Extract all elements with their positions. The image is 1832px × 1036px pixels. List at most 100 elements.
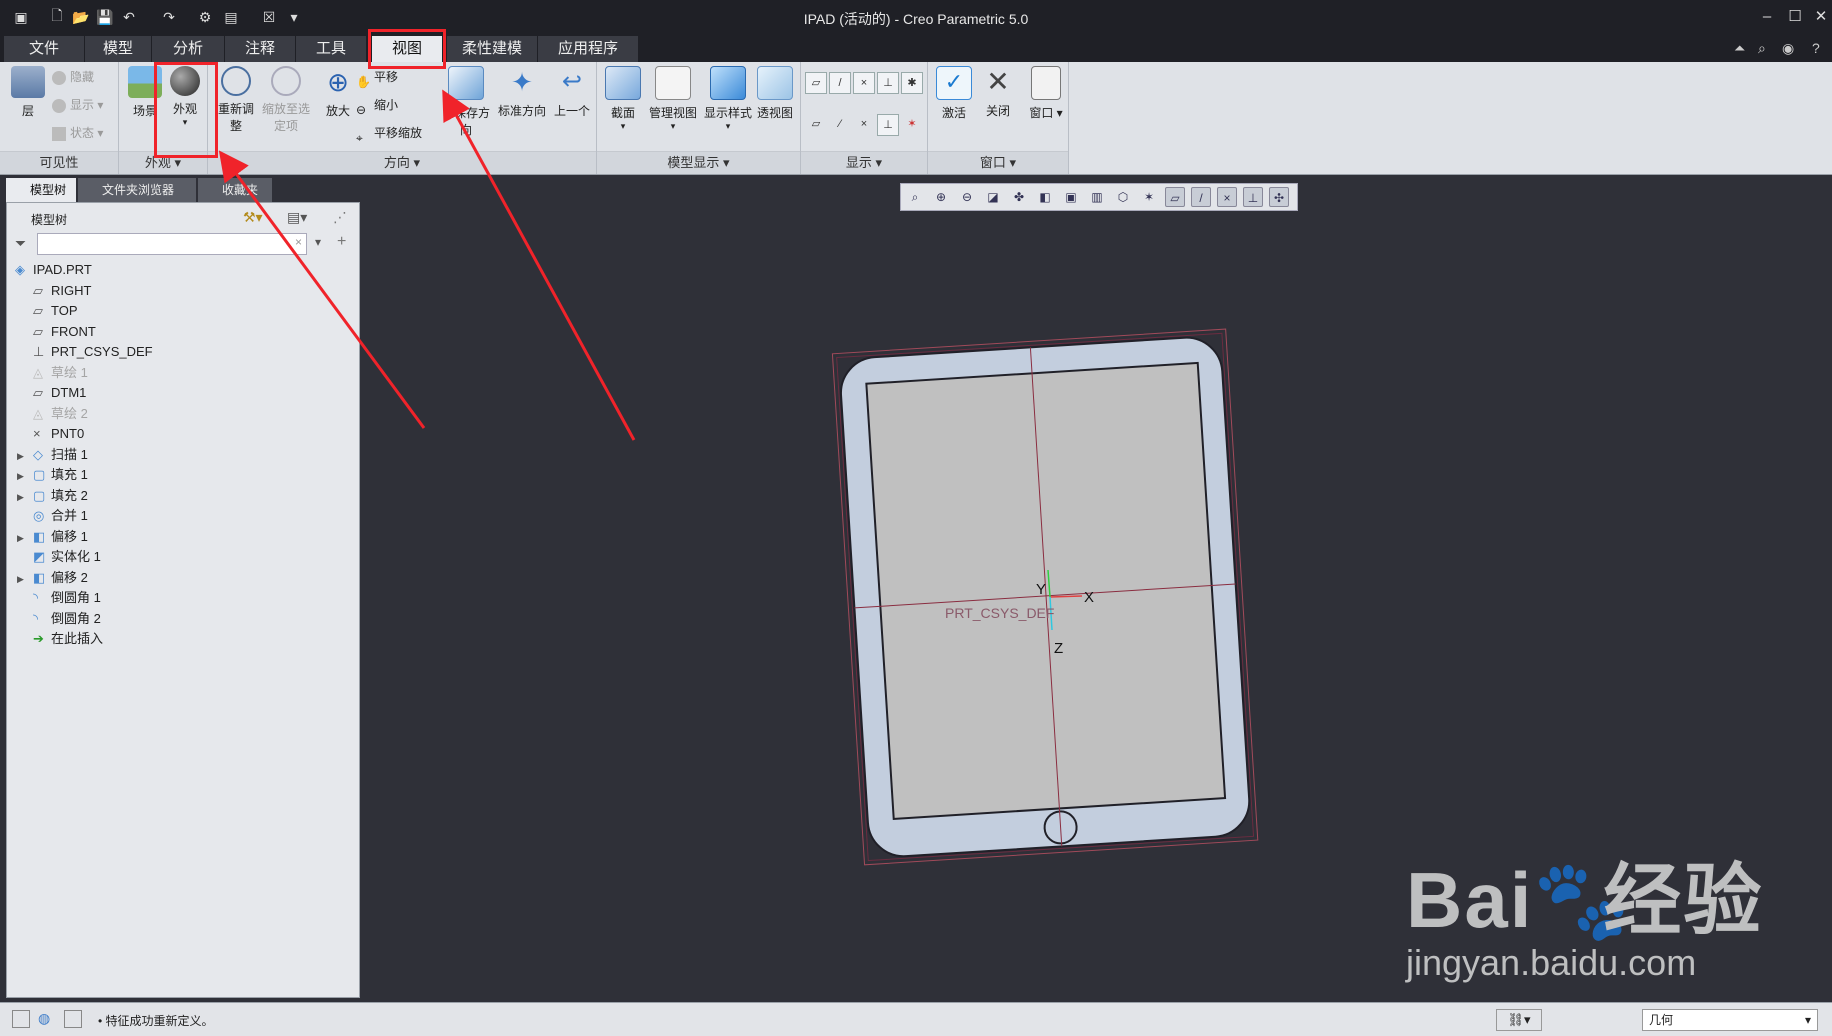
perspective-icon[interactable]: ⬡ <box>1113 187 1133 207</box>
tab-tools[interactable]: 工具 <box>296 36 367 62</box>
tree-item-label: 草绘 1 <box>51 364 88 380</box>
axis-display-icon[interactable]: / <box>1191 187 1211 207</box>
csys-tag-display-icon[interactable]: ⊥ <box>877 114 899 136</box>
repaint-icon[interactable]: ◪ <box>983 187 1003 207</box>
tab-model[interactable]: 模型 <box>85 36 152 62</box>
expand-arrow-icon[interactable]: ▶ <box>17 486 24 508</box>
annotation-display-icon[interactable]: ✶ <box>901 114 923 136</box>
display-style-label: 显示样式 <box>703 106 752 120</box>
selection-filter-dropdown[interactable]: 几何 ▾ <box>1642 1009 1818 1031</box>
pan-label: 平移 <box>374 70 399 84</box>
expand-arrow-icon[interactable]: ▶ <box>17 568 24 590</box>
tab-analysis[interactable]: 分析 <box>152 36 225 62</box>
spin-center-display-icon[interactable]: ✣ <box>1269 187 1289 207</box>
point-display-icon[interactable]: × <box>853 72 875 94</box>
expand-arrow-icon[interactable]: ▶ <box>17 527 24 549</box>
collapse-ribbon-icon[interactable]: ⏶ <box>1734 40 1745 57</box>
point-display-icon[interactable]: × <box>1217 187 1237 207</box>
standard-orientation-button[interactable]: ✦ 标准方向 <box>496 66 548 119</box>
tree-item-label: FRONT <box>51 323 96 339</box>
filter-dropdown-icon[interactable]: ▾ <box>315 235 321 249</box>
csys-display-icon[interactable]: ⊥ <box>877 72 899 94</box>
zoom-in-icon[interactable]: ⊕ <box>931 187 951 207</box>
selection-filter-icon[interactable]: ⛓▾ <box>1496 1009 1542 1031</box>
help-icon[interactable]: ? <box>1812 40 1820 56</box>
show-menu-icon[interactable]: ▤▾ <box>287 209 307 226</box>
close-window-button[interactable]: ✕ 关闭 <box>972 66 1024 119</box>
spin-center-icon[interactable]: ✤ <box>1009 187 1029 207</box>
tree-item-label: 偏移 2 <box>51 569 88 585</box>
minimize-icon[interactable]: – <box>1754 6 1780 28</box>
status-button[interactable]: 状态 ▾ <box>52 122 103 144</box>
annotation-display-icon[interactable]: ✶ <box>1139 187 1159 207</box>
tab-flexible-modeling[interactable]: 柔性建模 <box>447 36 538 62</box>
group-visibility: 层 隐藏 显示 ▾ 状态 ▾ 可见性 <box>0 62 119 174</box>
tree-item-label: PNT0 <box>51 426 85 441</box>
tree-item-label: 填充 1 <box>51 467 88 482</box>
previous-orientation-icon: ↩ <box>561 68 583 95</box>
fullscreen-icon[interactable] <box>64 1010 82 1028</box>
view-manager-icon[interactable]: ▥ <box>1087 187 1107 207</box>
hide-button[interactable]: 隐藏 <box>52 66 94 88</box>
community-icon[interactable]: ◉ <box>1782 40 1794 57</box>
zoom-out-icon[interactable]: ⊖ <box>957 187 977 207</box>
csys-name-label: PRT_CSYS_DEF <box>945 605 1054 621</box>
tab-model-tree[interactable]: 模型树 <box>6 178 76 202</box>
sweep-icon: ◇ <box>33 446 43 462</box>
ribbon: 层 隐藏 显示 ▾ 状态 ▾ 可见性 场景 外观 ▾ 外观 ▾ 重新调整 缩放至选… <box>0 62 1832 175</box>
windows-button[interactable]: 窗口 ▾ <box>1020 66 1072 121</box>
tab-applications[interactable]: 应用程序 <box>538 36 639 62</box>
tab-annotate[interactable]: 注释 <box>225 36 296 62</box>
highlight-appearance-button <box>154 62 218 158</box>
section-label: 截面 <box>610 106 635 120</box>
graphics-toolbar: ⌕ ⊕ ⊖ ◪ ✤ ◧ ▣ ▥ ⬡ ✶ ▱ / × ⊥ ✣ <box>900 183 1298 211</box>
saved-orientations-button[interactable]: 已保存方向 <box>440 66 492 138</box>
tree-settings-icon[interactable]: ⚒▾ <box>243 209 263 226</box>
add-filter-icon[interactable]: + <box>337 233 346 251</box>
axis-tag-display-icon[interactable]: ⁄ <box>829 114 851 136</box>
navigator-toggle-icon[interactable] <box>12 1010 30 1028</box>
tree-filter-input[interactable] <box>37 233 307 255</box>
plane-display-icon[interactable]: ▱ <box>1165 187 1185 207</box>
clear-filter-icon[interactable]: × <box>295 235 302 249</box>
pan-zoom-button[interactable]: ⌖ 平移缩放 <box>356 122 422 145</box>
point-tag-display-icon[interactable]: × <box>853 114 875 136</box>
saved-orientations-icon[interactable]: ▣ <box>1061 187 1081 207</box>
layer-button[interactable]: 层 <box>2 66 54 119</box>
maximize-icon[interactable]: ☐ <box>1782 6 1808 28</box>
spin-center-display-icon[interactable]: ✱ <box>901 72 923 94</box>
browser-toggle-icon[interactable]: ◍ <box>38 1010 56 1028</box>
datum-plane-icon: ▱ <box>33 303 43 318</box>
search-icon[interactable]: ⌕ <box>1758 40 1766 57</box>
windows-label: 窗口 <box>1029 106 1054 120</box>
plane-display-icon[interactable]: ▱ <box>805 72 827 94</box>
zoom-to-selected-button[interactable]: 缩放至选定项 <box>260 66 312 134</box>
show-icon <box>52 98 66 113</box>
tab-favorites[interactable]: 收藏夹 <box>198 178 272 202</box>
display-style-icon[interactable]: ◧ <box>1035 187 1055 207</box>
perspective-label: 透视图 <box>756 106 793 120</box>
pan-button[interactable]: ✋ 平移 <box>356 66 399 89</box>
tab-folder-browser[interactable]: 文件夹浏览器 <box>78 178 196 202</box>
csys-display-icon[interactable]: ⊥ <box>1243 187 1263 207</box>
refit-icon[interactable]: ⌕ <box>905 187 925 207</box>
previous-button[interactable]: ↩ 上一个 <box>546 66 598 119</box>
merge-icon: ◎ <box>33 508 45 523</box>
plane-tag-display-icon[interactable]: ▱ <box>805 114 827 136</box>
zoom-out-button[interactable]: ⊖ 缩小 <box>356 94 398 117</box>
perspective-button[interactable]: 透视图 <box>749 66 801 121</box>
csys-x-axis <box>1049 595 1083 598</box>
filter-icon: ⏷ <box>15 235 27 251</box>
expand-arrow-icon[interactable]: ▶ <box>17 445 24 467</box>
csys-z-label: Z <box>1054 640 1063 657</box>
tree-options-icon[interactable]: ⋰ <box>333 209 347 226</box>
tab-file[interactable]: 文件 <box>4 36 85 62</box>
model-tree-title: 模型树 <box>31 213 68 227</box>
expand-arrow-icon[interactable]: ▶ <box>17 465 24 487</box>
manage-views-button[interactable]: 管理视图 ▾ <box>643 66 703 132</box>
axis-display-icon[interactable]: / <box>829 72 851 94</box>
show-button[interactable]: 显示 ▾ <box>52 94 103 116</box>
section-button[interactable]: 截面 ▾ <box>597 66 649 132</box>
close-icon[interactable]: ✕ <box>1808 6 1832 28</box>
hide-label: 隐藏 <box>70 70 95 84</box>
